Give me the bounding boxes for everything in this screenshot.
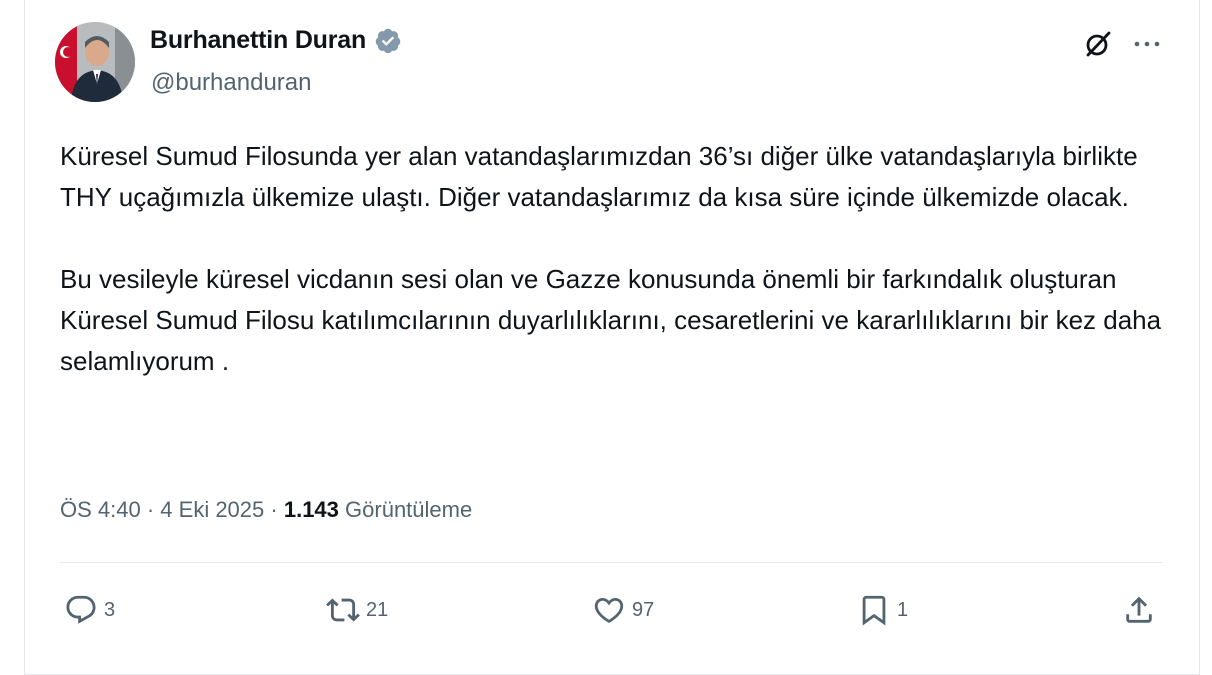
share-icon xyxy=(1122,593,1156,627)
bookmark-button[interactable]: 1 xyxy=(857,588,908,632)
tweet-date[interactable]: 4 Eki 2025 xyxy=(160,497,264,522)
author-name[interactable]: Burhanettin Duran xyxy=(150,26,402,55)
divider xyxy=(60,562,1163,563)
author-display-name[interactable]: Burhanettin Duran xyxy=(150,26,366,55)
tweet-text: Küresel Sumud Filosunda yer alan vatanda… xyxy=(60,136,1170,423)
retweet-icon xyxy=(326,593,360,627)
action-bar: 3 21 97 1 xyxy=(0,588,1212,632)
views-label: Görüntüleme xyxy=(345,497,473,522)
share-button[interactable] xyxy=(1122,588,1156,632)
tweet-meta: ÖS 4:40 · 4 Eki 2025 · 1.143 Görüntüleme xyxy=(60,497,472,523)
retweet-button[interactable]: 21 xyxy=(326,588,388,632)
retweet-count: 21 xyxy=(366,598,389,621)
like-button[interactable]: 97 xyxy=(592,588,654,632)
verified-badge-icon xyxy=(374,27,402,55)
grok-icon[interactable] xyxy=(1082,28,1114,60)
more-options-icon[interactable] xyxy=(1131,30,1163,58)
reply-count: 3 xyxy=(104,598,116,621)
avatar[interactable] xyxy=(55,22,135,102)
meta-separator: · xyxy=(270,497,278,522)
like-count: 97 xyxy=(632,598,655,621)
views-count: 1.143 xyxy=(283,497,339,522)
meta-separator: · xyxy=(146,497,155,522)
author-handle[interactable]: @burhanduran xyxy=(151,69,311,97)
heart-icon xyxy=(592,593,626,627)
reply-icon xyxy=(64,593,98,627)
reply-button[interactable]: 3 xyxy=(64,588,115,632)
tweet-time[interactable]: ÖS 4:40 xyxy=(60,497,141,522)
bookmark-icon xyxy=(857,593,891,627)
bookmark-count: 1 xyxy=(897,598,909,621)
tweet-paragraph: Bu vesileyle küresel vicdanın sesi olan … xyxy=(60,264,1162,376)
tweet-paragraph: Küresel Sumud Filosunda yer alan vatanda… xyxy=(60,141,1138,212)
